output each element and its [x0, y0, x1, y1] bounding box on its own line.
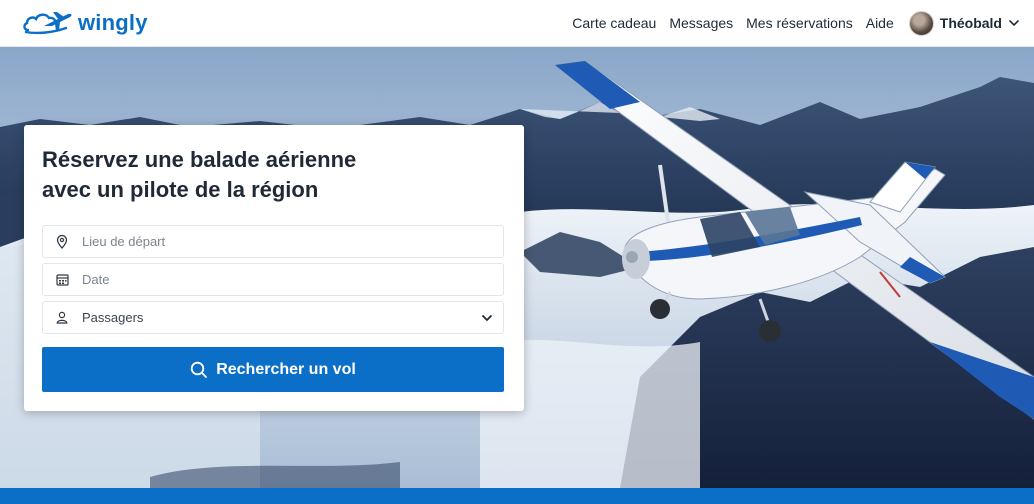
- chevron-down-icon[interactable]: [1008, 17, 1020, 29]
- main-nav: Carte cadeau Messages Mes réservations A…: [572, 10, 1020, 36]
- nav-link-gift-card[interactable]: Carte cadeau: [572, 15, 656, 31]
- date-field[interactable]: [42, 263, 504, 296]
- search-title: Réservez une balade aérienne avec un pil…: [42, 145, 442, 205]
- search-title-line1: Réservez une balade aérienne: [42, 147, 357, 172]
- plane-cloud-logo-icon: [23, 12, 72, 35]
- search-flight-button[interactable]: Rechercher un vol: [42, 347, 504, 392]
- top-navbar: wingly Carte cadeau Messages Mes réserva…: [0, 0, 1034, 47]
- chevron-down-icon[interactable]: [481, 312, 493, 324]
- user-menu[interactable]: Théobald: [908, 10, 1020, 36]
- search-button-label: Rechercher un vol: [216, 360, 356, 378]
- wingly-logo[interactable]: wingly: [22, 8, 148, 38]
- nav-link-reservations[interactable]: Mes réservations: [746, 15, 853, 31]
- location-pin-icon: [55, 234, 69, 249]
- departure-field[interactable]: [42, 225, 504, 258]
- bottom-accent-bar: [0, 488, 1034, 504]
- calendar-icon: [55, 273, 69, 287]
- person-icon: [55, 311, 69, 325]
- brand-name: wingly: [78, 10, 148, 35]
- passengers-label: Passagers: [82, 310, 144, 325]
- search-icon: [190, 361, 208, 378]
- departure-input[interactable]: [82, 234, 462, 249]
- date-input[interactable]: [82, 272, 462, 287]
- avatar[interactable]: [908, 10, 934, 36]
- passengers-select[interactable]: Passagers: [42, 301, 504, 334]
- nav-link-messages[interactable]: Messages: [669, 15, 733, 31]
- user-name: Théobald: [939, 15, 1002, 31]
- search-title-line2: avec un pilote de la région: [42, 177, 319, 202]
- flight-search-card: Réservez une balade aérienne avec un pil…: [24, 125, 524, 411]
- nav-link-help[interactable]: Aide: [866, 15, 894, 31]
